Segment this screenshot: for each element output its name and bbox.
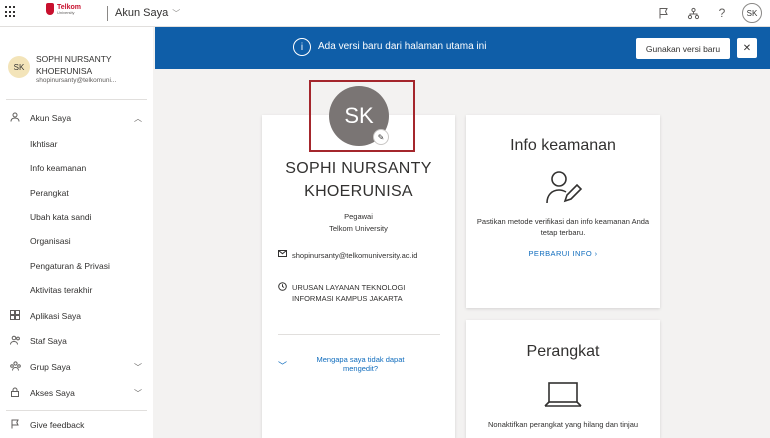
- staff-icon: [8, 335, 22, 347]
- profile-department-row: URUSAN LAYANAN TEKNOLOGI INFORMASI KAMPU…: [278, 282, 442, 304]
- sidebar-item-label: Staf Saya: [30, 336, 67, 346]
- profile-name: SOPHI NURSANTY KHOERUNISA: [285, 160, 432, 200]
- sidebar-item-info-keamanan[interactable]: Info keamanan: [30, 161, 86, 175]
- chevron-down-icon: ﹀: [278, 361, 288, 371]
- update-info-link[interactable]: PERBARUI INFO ›: [466, 249, 660, 258]
- sidebar-item-staf-saya[interactable]: Staf Saya: [0, 331, 153, 351]
- title-divider: [107, 6, 108, 21]
- new-version-banner: i Ada versi baru dari halaman utama ini …: [155, 27, 770, 69]
- sidebar-item-give-feedback[interactable]: Give feedback: [0, 415, 153, 435]
- profile-card: SOPHI NURSANTY KHOERUNISA Pegawai Telkom…: [262, 115, 455, 438]
- pencil-icon[interactable]: ✎: [373, 129, 389, 145]
- why-cant-edit-text: Mengapa saya tidak dapat mengedit?: [316, 355, 405, 373]
- group-icon: [8, 361, 22, 373]
- use-new-version-button[interactable]: Gunakan versi baru: [636, 38, 730, 59]
- sidebar-item-ikhtisar[interactable]: Ikhtisar: [30, 137, 57, 151]
- help-icon[interactable]: ?: [714, 5, 730, 21]
- laptop-icon: [544, 382, 582, 407]
- chevron-up-icon: ︿: [134, 113, 142, 123]
- divider: [278, 334, 440, 335]
- lock-icon: [8, 387, 22, 399]
- security-info-card: Info keamanan Pastikan metode verifikasi…: [466, 115, 660, 308]
- avatar: SK: [8, 56, 30, 78]
- sidebar-item-akun-saya[interactable]: Akun Saya ︿: [0, 108, 153, 128]
- sidebar: SK SOPHI NURSANTY KHOERUNISA shopinursan…: [0, 27, 153, 438]
- chevron-down-icon: ﹀: [134, 362, 142, 372]
- logo-mark-icon: [46, 3, 54, 15]
- profile-role: Pegawai: [344, 212, 373, 221]
- close-button[interactable]: ✕: [737, 38, 757, 58]
- department-icon: [278, 282, 292, 304]
- logo-line2: University: [57, 9, 75, 15]
- profile-avatar-highlight: SK ✎: [309, 80, 415, 152]
- chevron-down-icon: ﹀: [134, 388, 142, 398]
- top-bar: Telkom University Akun Saya ﹀ ? SK: [0, 0, 770, 27]
- app-launcher-icon[interactable]: [5, 6, 17, 18]
- apps-icon: [8, 310, 22, 322]
- telkom-logo[interactable]: Telkom University: [46, 3, 81, 15]
- account-avatar[interactable]: SK: [742, 3, 762, 23]
- sidebar-item-label: Aplikasi Saya: [30, 311, 82, 321]
- divider: [6, 410, 147, 411]
- devices-card-title: Perangkat: [526, 343, 600, 360]
- info-icon: i: [293, 38, 311, 56]
- profile-email-row: shopinursanty@telkomuniversity.ac.id: [278, 250, 442, 261]
- feedback-icon: [8, 419, 22, 431]
- app-title[interactable]: Akun Saya ﹀: [115, 7, 180, 19]
- divider: [6, 99, 147, 100]
- devices-card: Perangkat Nonaktifkan perangkat yang hil…: [466, 320, 660, 438]
- sidebar-item-pengaturan-privasi[interactable]: Pengaturan & Privasi: [30, 259, 110, 273]
- sidebar-item-label: Akses Saya: [30, 388, 75, 398]
- user-email: shopinursanty@telkomuni...: [36, 77, 117, 84]
- sidebar-item-aplikasi-saya[interactable]: Aplikasi Saya: [0, 306, 153, 326]
- person-edit-icon: [546, 171, 583, 204]
- user-name: SOPHI NURSANTY KHOERUNISA: [36, 54, 112, 76]
- security-card-description: Pastikan metode verifikasi dan info keam…: [476, 217, 650, 237]
- sidebar-item-label: Akun Saya: [30, 113, 72, 123]
- mail-icon: [278, 250, 292, 261]
- devices-card-description: Nonaktifkan perangkat yang hilang dan ti…: [487, 420, 639, 429]
- profile-department: URUSAN LAYANAN TEKNOLOGI INFORMASI KAMPU…: [292, 283, 406, 303]
- sidebar-item-akses-saya[interactable]: Akses Saya ﹀: [0, 383, 153, 403]
- organization-icon[interactable]: [685, 5, 701, 21]
- app-title-text: Akun Saya: [115, 7, 169, 19]
- profile-email: shopinursanty@telkomuniversity.ac.id: [292, 251, 418, 260]
- chevron-down-icon: ﹀: [172, 8, 181, 18]
- sidebar-item-ubah-kata-sandi[interactable]: Ubah kata sandi: [30, 210, 91, 224]
- sidebar-item-grup-saya[interactable]: Grup Saya ﹀: [0, 357, 153, 377]
- sidebar-item-organisasi[interactable]: Organisasi: [30, 234, 71, 248]
- chevron-right-icon: ›: [594, 249, 598, 258]
- sidebar-item-label: Grup Saya: [30, 362, 71, 372]
- update-info-text: PERBARUI INFO: [528, 249, 593, 258]
- sidebar-item-label: Give feedback: [30, 420, 85, 430]
- profile-organization: Telkom University: [329, 224, 388, 233]
- sidebar-item-perangkat[interactable]: Perangkat: [30, 186, 69, 200]
- why-cant-edit-link[interactable]: ﹀ Mengapa saya tidak dapat mengedit?: [278, 355, 440, 373]
- feedback-icon[interactable]: [656, 5, 672, 21]
- security-card-title: Info keamanan: [510, 137, 616, 154]
- sidebar-item-aktivitas-terakhir[interactable]: Aktivitas terakhir: [30, 283, 92, 297]
- banner-text: Ada versi baru dari halaman utama ini: [318, 41, 487, 52]
- person-icon: [8, 112, 22, 124]
